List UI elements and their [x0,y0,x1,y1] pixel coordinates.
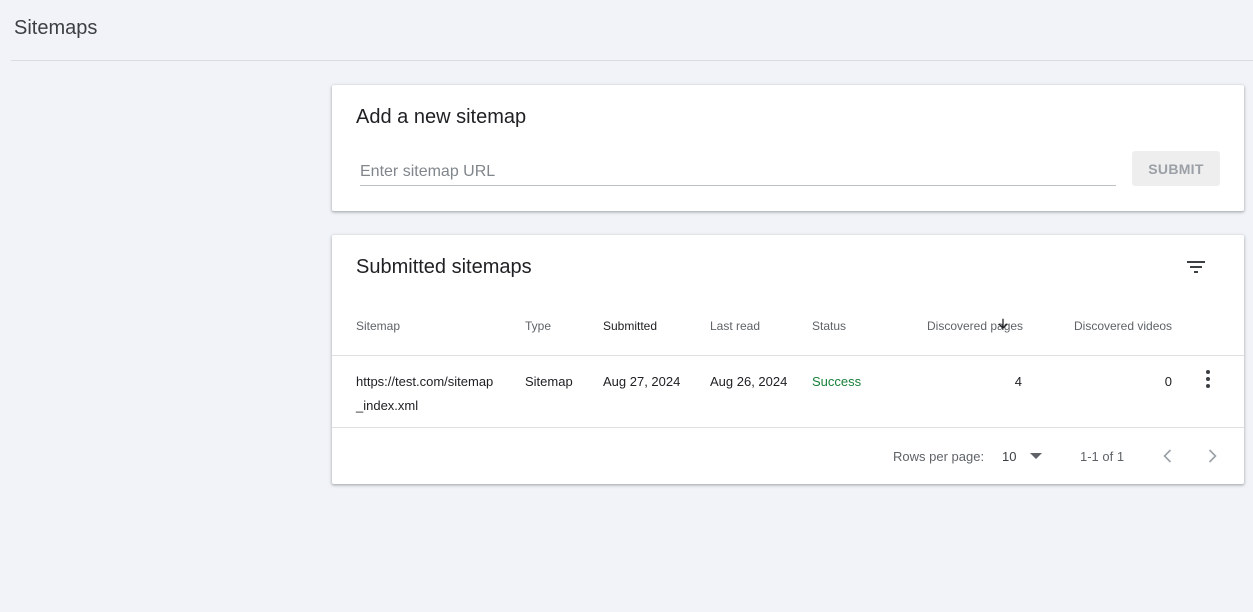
column-header-discovered-videos[interactable]: Discovered videos [1074,319,1172,333]
rows-per-page-select[interactable]: 10 [1002,449,1016,464]
chevron-right-icon[interactable] [1202,446,1222,466]
cell-sitemap[interactable]: https://test.com/sitemap_index.xml [356,370,498,418]
status-badge: Success [812,374,862,389]
more-vert-icon[interactable] [1198,367,1218,391]
column-header-sitemap[interactable]: Sitemap [356,319,400,333]
cell-type: Sitemap [525,374,573,389]
arrow-down-icon[interactable] [996,317,1010,331]
submitted-sitemaps-card: Submitted sitemaps Sitemap Type Submitte… [332,235,1244,484]
add-sitemap-card: Add a new sitemap SUBMIT [332,85,1244,211]
cell-discovered-videos: 0 [1164,374,1172,389]
table-row[interactable]: https://test.com/sitemap_index.xml Sitem… [332,356,1244,428]
column-header-type[interactable]: Type [525,319,551,333]
add-sitemap-title: Add a new sitemap [356,106,527,128]
page-header: Sitemaps [11,0,1253,61]
filter-list-icon[interactable] [1184,255,1208,279]
pagination-range: 1-1 of 1 [1080,449,1125,464]
table-footer: Rows per page: 10 1-1 of 1 [332,428,1244,484]
submit-button[interactable]: SUBMIT [1132,151,1220,186]
arrow-drop-down-icon[interactable] [1029,452,1043,460]
table-header: Sitemap Type Submitted Last read Status … [332,313,1244,356]
cell-last-read: Aug 26, 2024 [710,374,788,389]
cell-submitted: Aug 27, 2024 [603,374,681,389]
rows-per-page-label: Rows per page: [893,449,985,464]
column-header-submitted[interactable]: Submitted [603,319,657,333]
chevron-left-icon[interactable] [1158,446,1178,466]
cell-discovered-pages: 4 [1014,374,1022,389]
column-header-status[interactable]: Status [812,319,846,333]
submitted-sitemaps-title: Submitted sitemaps [356,256,532,278]
sitemap-url-input[interactable] [360,159,1116,186]
column-header-last-read[interactable]: Last read [710,319,760,333]
page-title: Sitemaps [14,17,98,39]
